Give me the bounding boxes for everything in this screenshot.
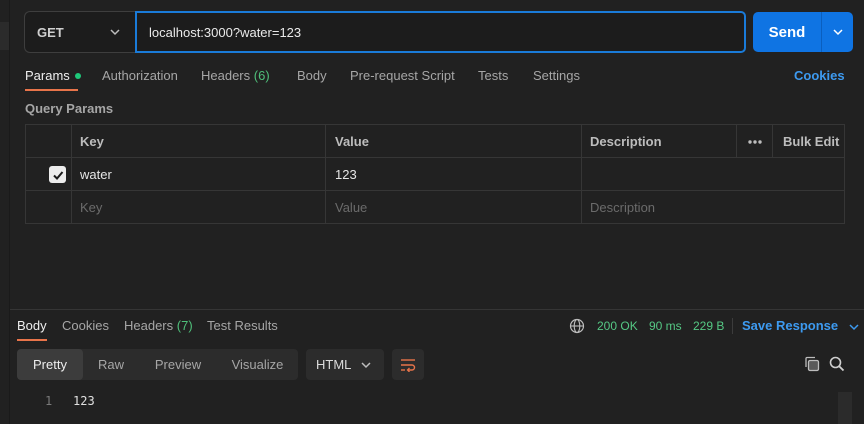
status-code[interactable]: 200 OK <box>597 319 638 333</box>
tab-settings[interactable]: Settings <box>533 68 580 83</box>
new-param-description-input[interactable]: Description <box>590 191 840 224</box>
chevron-down-icon <box>849 324 859 330</box>
search-icon[interactable] <box>829 356 845 372</box>
response-tab-body[interactable]: Body <box>17 318 47 333</box>
column-header-key: Key <box>80 134 104 149</box>
url-text: localhost:3000?water=123 <box>149 24 302 40</box>
param-enabled-checkbox[interactable] <box>49 166 66 183</box>
url-input[interactable]: localhost:3000?water=123 <box>135 11 746 53</box>
response-headers-count: (7) <box>176 318 193 333</box>
view-mode-raw[interactable]: Raw <box>83 349 139 380</box>
column-header-description: Description <box>590 134 662 149</box>
format-select[interactable]: HTML <box>306 349 384 380</box>
chevron-down-icon <box>110 29 120 36</box>
save-response-label: Save Response <box>742 318 839 333</box>
query-params-title: Query Params <box>25 101 114 116</box>
param-key-input[interactable]: water <box>80 158 324 191</box>
sidebar-edge <box>0 22 9 50</box>
view-mode-visualize[interactable]: Visualize <box>217 349 298 380</box>
bulk-edit-button[interactable]: Bulk Edit <box>783 125 839 158</box>
column-divider <box>325 125 326 223</box>
view-mode-pretty[interactable]: Pretty <box>17 349 83 380</box>
chevron-down-icon <box>361 362 371 369</box>
format-label: HTML <box>316 357 352 372</box>
tab-params-label: Params <box>25 68 70 83</box>
column-divider <box>772 125 773 158</box>
response-body-content[interactable]: 123 <box>73 394 95 408</box>
copy-icon[interactable] <box>804 356 820 372</box>
new-param-value-input[interactable]: Value <box>335 191 579 224</box>
headers-count: (6) <box>253 68 270 83</box>
tab-tests[interactable]: Tests <box>478 68 508 83</box>
params-table: Key Value Description Bulk Edit water 12… <box>25 124 845 224</box>
response-tab-cookies[interactable]: Cookies <box>62 318 109 333</box>
send-button[interactable]: Send <box>753 12 821 52</box>
response-divider[interactable] <box>10 309 864 310</box>
tab-underline <box>25 89 78 91</box>
tab-body[interactable]: Body <box>297 68 327 83</box>
tab-underline <box>17 339 47 341</box>
column-divider <box>71 125 72 223</box>
divider <box>732 318 733 334</box>
checkmark-icon <box>52 170 63 180</box>
method-select[interactable]: GET <box>24 11 135 53</box>
tab-headers-label: Headers <box>201 68 251 83</box>
tab-params[interactable]: Params <box>25 68 81 83</box>
tab-authorization[interactable]: Authorization <box>102 68 178 83</box>
send-options-button[interactable] <box>821 12 853 52</box>
param-value-input[interactable]: 123 <box>335 158 579 191</box>
view-mode-preview[interactable]: Preview <box>139 349 217 380</box>
response-tab-headers[interactable]: Headers (7) <box>124 318 193 333</box>
column-divider <box>581 125 582 223</box>
scrollbar[interactable] <box>838 392 852 424</box>
more-horizontal-icon <box>747 139 762 144</box>
globe-icon[interactable] <box>569 318 585 334</box>
method-label: GET <box>37 24 64 40</box>
tab-prerequest-script[interactable]: Pre-request Script <box>350 68 455 83</box>
param-description-input[interactable] <box>590 158 840 191</box>
active-indicator-dot <box>74 72 81 79</box>
column-header-value: Value <box>335 134 369 149</box>
table-header-row <box>26 125 844 158</box>
line-number: 1 <box>45 394 53 408</box>
tab-headers[interactable]: Headers (6) <box>201 68 270 83</box>
wrap-lines-icon <box>401 358 416 372</box>
view-mode-selector: Pretty Raw Preview Visualize <box>17 349 298 380</box>
save-response-button[interactable]: Save Response <box>742 318 860 333</box>
cookies-link[interactable]: Cookies <box>794 68 845 83</box>
response-tab-test-results[interactable]: Test Results <box>207 318 278 333</box>
response-time[interactable]: 90 ms <box>649 319 682 333</box>
more-options-button[interactable] <box>737 125 772 158</box>
pane-divider <box>9 0 10 424</box>
response-size[interactable]: 229 B <box>693 319 724 333</box>
response-tab-headers-label: Headers <box>124 318 174 333</box>
chevron-down-icon <box>832 29 843 36</box>
new-param-key-input[interactable]: Key <box>80 191 324 224</box>
wrap-lines-button[interactable] <box>392 349 424 380</box>
